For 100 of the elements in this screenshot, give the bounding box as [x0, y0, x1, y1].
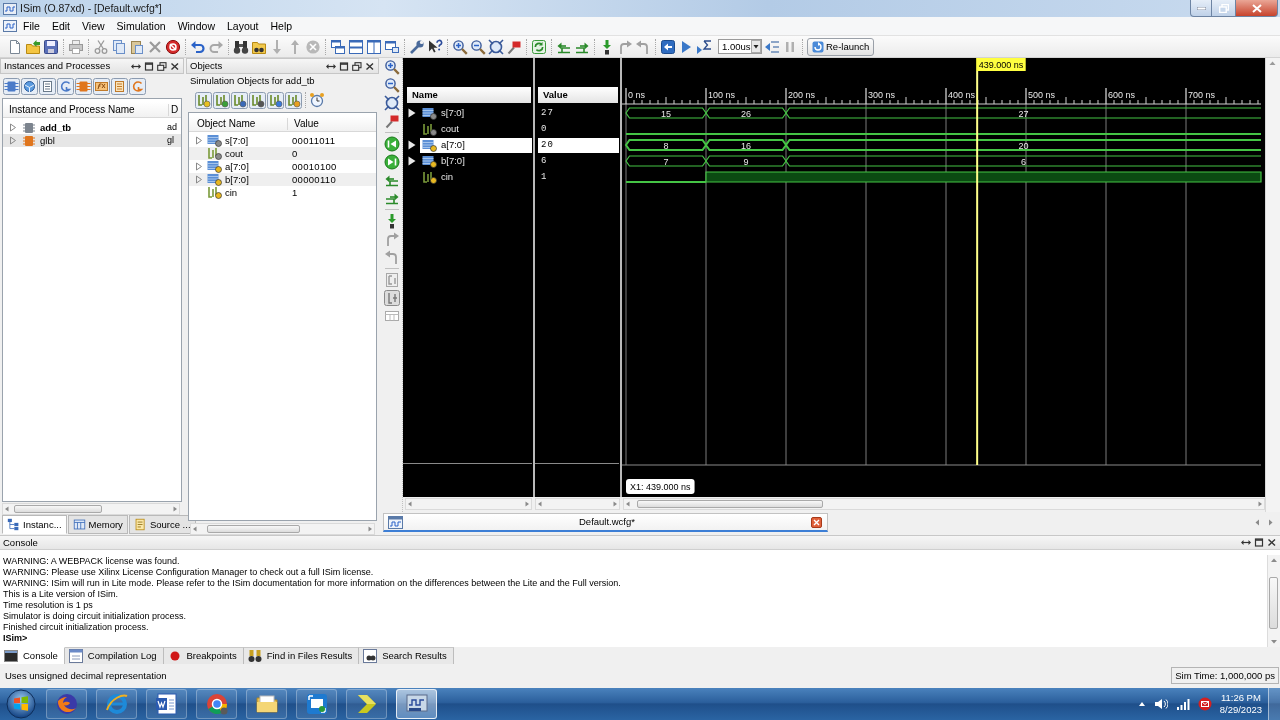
- horizontal-scrollbar[interactable]: [534, 498, 620, 510]
- tile-vertical-icon[interactable]: [366, 38, 382, 55]
- chip-tile-icon[interactable]: [3, 77, 20, 95]
- signal-badge-icon[interactable]: [267, 91, 284, 109]
- skip-forward-icon[interactable]: [383, 154, 400, 170]
- scroll-right-icon[interactable]: [1256, 500, 1264, 508]
- undo-icon[interactable]: [190, 38, 206, 55]
- menu-item[interactable]: Window: [171, 19, 221, 33]
- tree-row[interactable]: b[7:0] 00000110: [189, 173, 376, 186]
- signal-row[interactable]: b[7:0]: [420, 153, 532, 169]
- zoom-out-icon[interactable]: [383, 77, 400, 93]
- document-tile-icon[interactable]: [39, 77, 56, 95]
- document-tile-icon[interactable]: [111, 77, 128, 95]
- function-tile-icon[interactable]: [93, 77, 110, 95]
- show-desktop-button[interactable]: [1268, 688, 1280, 720]
- help-icon[interactable]: [427, 38, 443, 55]
- paste-icon[interactable]: [129, 38, 145, 55]
- scroll-right-icon[interactable]: [610, 500, 619, 508]
- panel-tab[interactable]: Instanc...: [2, 515, 67, 534]
- signal-badge-icon[interactable]: [249, 91, 266, 109]
- tree-row[interactable]: add_tb ad: [3, 121, 181, 134]
- taskbar-button[interactable]: [396, 689, 437, 719]
- scroll-right-icon[interactable]: [171, 505, 179, 513]
- panel-tab[interactable]: Breakpoints: [163, 647, 244, 664]
- signal-badge-icon[interactable]: [213, 91, 230, 109]
- menu-item[interactable]: Edit: [45, 19, 76, 33]
- taskbar-button[interactable]: [96, 689, 137, 719]
- printer-icon[interactable]: [68, 38, 84, 55]
- tree-row[interactable]: a[7:0] 00010100: [189, 160, 376, 173]
- cascade-windows-icon[interactable]: [330, 38, 346, 55]
- copy-icon[interactable]: [111, 38, 127, 55]
- tree-row[interactable]: cout 0: [189, 147, 376, 160]
- signal-row[interactable]: cin: [420, 169, 532, 185]
- arrow-lines-icon[interactable]: [764, 38, 780, 55]
- curved-arrow-icon[interactable]: [383, 249, 400, 265]
- menu-item[interactable]: File: [17, 19, 46, 33]
- taskbar-button[interactable]: [246, 689, 287, 719]
- play-zigzag-icon[interactable]: [696, 38, 712, 55]
- cursor-line[interactable]: [976, 71, 979, 465]
- menu-item[interactable]: Help: [264, 19, 299, 33]
- tree-row[interactable]: cin 1: [189, 186, 376, 199]
- signal-badge-icon[interactable]: [285, 91, 302, 109]
- tree-row[interactable]: s[7:0] 00011011: [189, 134, 376, 147]
- panel-tab[interactable]: Compilation Log: [64, 647, 164, 664]
- panel-tab[interactable]: Source ...: [128, 515, 196, 534]
- menu-item[interactable]: Simulation: [110, 19, 172, 33]
- tree-row[interactable]: glbl gl: [3, 134, 181, 147]
- zoom-in-icon[interactable]: [452, 38, 468, 55]
- close-tab-icon[interactable]: [811, 516, 822, 528]
- menu-item[interactable]: Layout: [221, 19, 265, 33]
- double-arrow-icon[interactable]: [326, 61, 336, 71]
- start-orb-icon[interactable]: [5, 689, 37, 719]
- taskbar-button[interactable]: [296, 689, 337, 719]
- table-icon[interactable]: [383, 308, 400, 324]
- save-icon[interactable]: [43, 38, 59, 55]
- clock-time[interactable]: 11:26 PM: [1219, 692, 1262, 704]
- open-folder-icon[interactable]: [25, 38, 41, 55]
- scroll-right-icon[interactable]: [366, 525, 374, 533]
- up-triangle-icon[interactable]: [1137, 700, 1146, 708]
- close-icon[interactable]: [170, 61, 180, 71]
- taskbar-button[interactable]: [196, 689, 237, 719]
- curved-arrow-icon[interactable]: [635, 38, 651, 55]
- double-arrow-icon[interactable]: [1241, 538, 1251, 547]
- no-entry-icon[interactable]: [165, 38, 181, 55]
- maximize-icon[interactable]: [339, 61, 349, 71]
- scroll-left-icon[interactable]: [406, 500, 414, 508]
- minimize-button[interactable]: [1190, 0, 1212, 17]
- binoculars-icon[interactable]: [233, 38, 249, 55]
- signal-row[interactable]: a[7:0]: [420, 137, 532, 153]
- panel-tab[interactable]: Console: [0, 647, 65, 664]
- new-document-icon[interactable]: [7, 38, 23, 55]
- skip-back-icon[interactable]: [383, 136, 400, 152]
- taskbar-button[interactable]: [346, 689, 387, 719]
- wrench-icon[interactable]: [409, 38, 425, 55]
- console-prompt[interactable]: ISim>: [3, 633, 1267, 644]
- envelope-badge-icon[interactable]: [1197, 697, 1212, 711]
- close-icon[interactable]: [1267, 538, 1277, 547]
- sphere-tile-icon[interactable]: [21, 77, 38, 95]
- scroll-right-icon[interactable]: [522, 500, 531, 508]
- horizontal-scrollbar[interactable]: [190, 523, 375, 535]
- signal-badge-icon[interactable]: [231, 91, 248, 109]
- double-arrow-icon[interactable]: [131, 61, 141, 71]
- hook-arrow-tile-icon[interactable]: [129, 77, 146, 95]
- signal-row[interactable]: cout: [420, 121, 532, 137]
- speaker-icon[interactable]: [1153, 698, 1168, 710]
- scissors-icon[interactable]: [93, 38, 109, 55]
- refresh-icon[interactable]: [531, 38, 547, 55]
- tab-scroll-icon[interactable]: [1254, 518, 1274, 527]
- run-time-dropdown[interactable]: 1.00us: [718, 39, 762, 54]
- chip-tile-icon[interactable]: [75, 77, 92, 95]
- circle-corners-icon[interactable]: [383, 95, 400, 111]
- close-icon[interactable]: [365, 61, 375, 71]
- signal-badge-icon[interactable]: [195, 91, 212, 109]
- scroll-left-icon[interactable]: [191, 525, 199, 533]
- document-tab[interactable]: Default.wcfg*: [383, 513, 828, 532]
- scroll-left-icon[interactable]: [3, 505, 11, 513]
- horizontal-scrollbar[interactable]: [622, 498, 1265, 510]
- panel-tab[interactable]: Memory: [67, 515, 128, 534]
- circle-corners-icon[interactable]: [488, 38, 504, 55]
- bracket-toggle-icon[interactable]: [383, 290, 400, 306]
